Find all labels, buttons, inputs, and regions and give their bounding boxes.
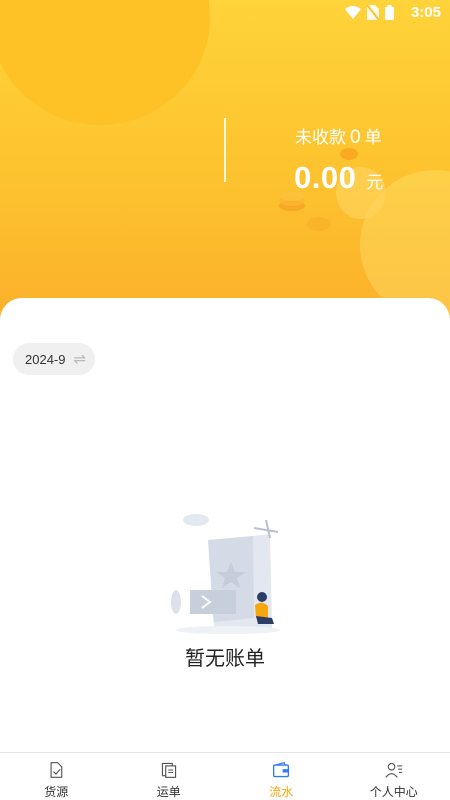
uncollected-summary: 未收款 0 单 <box>295 123 382 149</box>
wallet-icon <box>273 761 290 778</box>
user-list-icon <box>385 762 402 778</box>
tab-waybill[interactable]: 运单 <box>113 753 226 800</box>
status-time: 3:05 <box>410 4 441 21</box>
battery-icon <box>385 5 394 20</box>
empty-bill-illustration <box>171 514 280 634</box>
wifi-icon <box>345 6 361 19</box>
no-sim-icon <box>367 5 379 20</box>
amount-value: 0.00 <box>294 160 357 195</box>
uncollected-amount: 0.00 元 <box>294 160 383 196</box>
tab-label: 运单 <box>156 785 181 799</box>
status-bar: 3:05 <box>0 0 450 26</box>
month-label: 2024-9 <box>25 351 66 367</box>
tab-label: 个人中心 <box>369 785 418 799</box>
uncollected-count: 0 <box>350 127 361 148</box>
amount-unit: 元 <box>366 173 384 192</box>
uncollected-label: 未收款 <box>295 128 346 147</box>
uncollected-unit: 单 <box>364 128 382 147</box>
empty-state-text: 暂无账单 <box>185 648 265 670</box>
document-check-icon <box>50 762 63 778</box>
documents-icon <box>161 762 176 778</box>
swap-icon: ⇌ <box>73 350 87 368</box>
tab-goods[interactable]: 货源 <box>0 753 113 800</box>
tab-transactions[interactable]: 流水 <box>225 753 338 800</box>
tab-label: 货源 <box>44 785 69 799</box>
tab-label: 流水 <box>269 785 294 799</box>
month-filter-button[interactable]: 2024-9 ⇌ <box>13 343 95 375</box>
status-icons <box>345 5 394 20</box>
tab-profile[interactable]: 个人中心 <box>338 753 450 800</box>
header-banner: 3:05 未收款 0 单 0.00 元 <box>0 0 450 318</box>
bottom-tab-bar: 货源 运单 流水 个人中心 <box>0 752 450 800</box>
summary-divider <box>224 118 226 182</box>
